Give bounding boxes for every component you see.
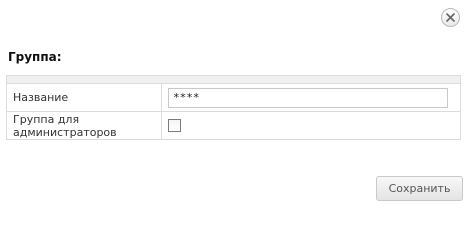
admin-group-value-cell (161, 111, 461, 140)
group-form-table: Название Группа для администраторов (6, 75, 461, 140)
close-icon (446, 13, 455, 22)
save-button[interactable]: Сохранить (376, 176, 463, 201)
admin-group-row: Группа для администраторов (6, 111, 461, 140)
dialog-title: Группа: (8, 50, 62, 64)
table-header-row (6, 75, 461, 84)
name-input[interactable] (168, 87, 448, 108)
close-button[interactable] (441, 8, 460, 27)
name-row: Название (6, 83, 461, 112)
admin-group-label: Группа для администраторов (6, 111, 162, 140)
group-dialog: Группа: Название Группа для администрато… (0, 0, 471, 217)
name-label: Название (6, 83, 162, 112)
name-value-cell (161, 83, 461, 112)
admin-group-checkbox[interactable] (168, 119, 181, 133)
